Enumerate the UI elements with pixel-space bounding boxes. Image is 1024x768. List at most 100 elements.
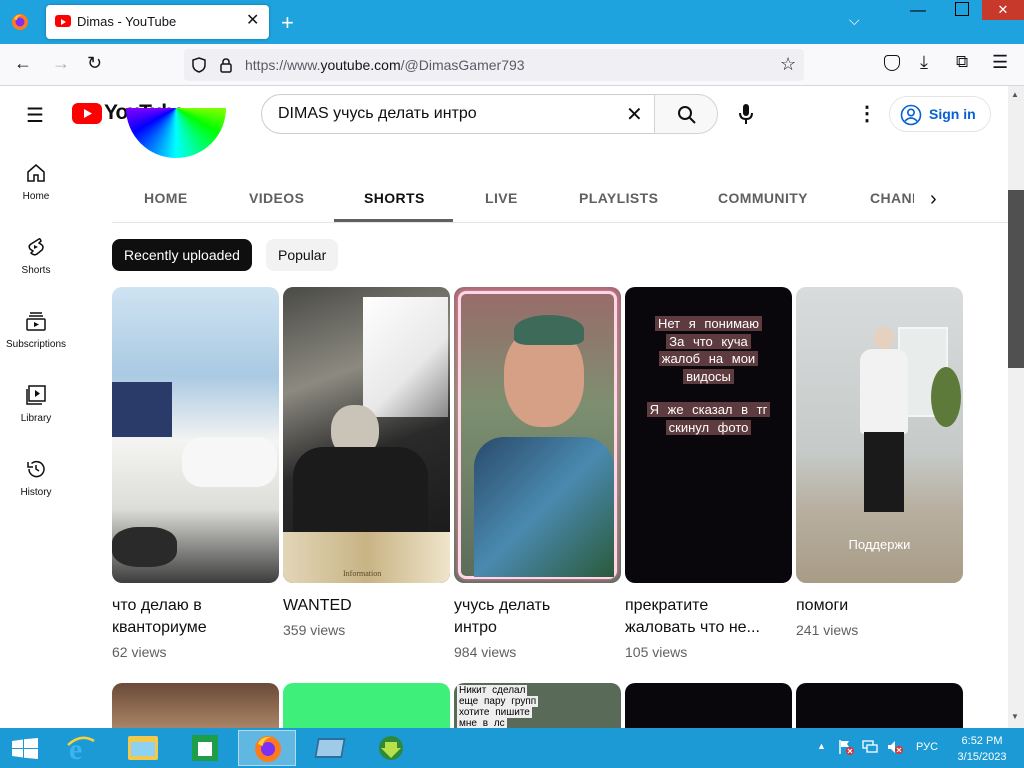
download-manager-icon[interactable] [362,730,420,766]
firefox-menu-icon[interactable] [11,13,29,31]
short-title[interactable]: что делаю в кванториуме [112,595,279,639]
clock[interactable]: 6:52 PM 3/15/2023 [952,733,1012,765]
sign-in-button[interactable]: Sign in [889,96,991,132]
firefox-taskbar-icon[interactable] [238,730,296,766]
short-thumbnail[interactable] [796,683,963,733]
subscriptions-icon [26,312,46,331]
shield-icon[interactable] [192,57,206,73]
thumbnail-window [363,297,448,417]
tab-playlists[interactable]: PLAYLISTS [579,190,658,206]
short-title[interactable]: WANTED [283,595,450,617]
sidebar-item-history[interactable]: History [0,458,72,498]
scroll-up-icon[interactable]: ▲ [1011,90,1019,99]
active-tab-indicator [334,219,453,222]
tab-home[interactable]: HOME [144,190,188,206]
clock-date: 3/15/2023 [957,751,1007,763]
thumbnail-screen [112,382,172,437]
home-icon [27,164,45,182]
short-title[interactable]: учусь делать интро [454,595,621,639]
thumbnail-overlay-text: Никит сделал еще пару групп хотите пишит… [457,685,539,729]
network-icon[interactable] [862,739,880,755]
tab-shorts[interactable]: SHORTS [364,190,425,206]
browser-tab[interactable]: Dimas - YouTube ✕ [46,5,269,39]
short-title[interactable]: помоги [796,595,963,617]
scrollbar-thumb[interactable] [1008,190,1024,368]
thumbnail-object [112,527,177,567]
tab-channels-label: CHANI [870,190,914,206]
back-arrow-icon[interactable]: ← [14,53,32,74]
search-input[interactable]: DIMAS учусь делать интро ✕ [261,94,655,134]
short-thumbnail[interactable] [112,287,279,583]
youtube-logo-icon [72,103,102,124]
browser-tab-bar: Dimas - YouTube ✕ + ⌵ — ✕ [0,0,1024,44]
thumbnail-bag [182,437,277,487]
sign-in-label: Sign in [929,106,976,122]
thumbnail-shirt [860,349,908,434]
show-hidden-icons[interactable]: ▲ [817,741,826,751]
close-tab-icon[interactable]: ✕ [246,13,260,29]
short-thumbnail[interactable] [454,287,621,583]
page-scrollbar[interactable]: ▲ ▼ [1008,86,1024,728]
list-all-tabs-icon[interactable]: ⌵ [849,12,860,29]
library-icon [26,385,46,405]
short-thumbnail[interactable]: Поддержи [796,287,963,583]
lock-icon[interactable] [220,57,232,73]
thumbnail-plant [931,367,961,427]
extensions-icon[interactable]: ⧉ [956,52,968,72]
sidebar-item-label: Subscriptions [5,339,67,350]
short-thumbnail[interactable]: Никит сделал еще пару групп хотите пишит… [454,683,621,733]
tab-videos[interactable]: VIDEOS [249,190,304,206]
short-thumbnail[interactable] [625,683,792,733]
tab-community[interactable]: COMMUNITY [718,190,808,206]
forward-arrow-icon[interactable]: → [52,53,70,74]
sidebar-item-label: History [20,487,52,498]
bookmark-star-icon[interactable]: ☆ [780,54,796,75]
guide-menu-icon[interactable]: ☰ [26,103,44,128]
thumbnail-shirt [474,437,614,577]
tab-title: Dimas - YouTube [77,14,177,29]
sidebar-item-shorts[interactable]: Shorts [0,236,72,276]
clear-search-icon[interactable]: ✕ [626,102,643,127]
more-settings-icon[interactable]: ⋮ [857,101,877,126]
short-thumbnail[interactable]: Information [283,287,450,583]
short-title[interactable]: прекратите жаловать что не... [625,595,792,639]
start-windows-icon[interactable] [12,738,38,760]
short-thumbnail[interactable] [283,683,450,733]
address-bar[interactable]: https://www.youtube.com/@DimasGamer793 ☆ [184,49,804,81]
tab-channels[interactable]: CHANI [870,190,914,208]
sidebar-item-subscriptions[interactable]: Subscriptions [0,310,72,350]
action-center-flag-icon[interactable] [838,739,854,755]
tabs-scroll-right-icon[interactable]: › [930,188,937,211]
search-icon [678,106,696,124]
sidebar-item-home[interactable]: Home [0,162,72,202]
restore-button[interactable] [955,2,969,16]
downloads-icon[interactable]: ⤓ [920,52,928,73]
new-tab-button[interactable]: + [281,10,294,36]
search-query-text: DIMAS учусь делать интро [278,105,477,122]
tab-live[interactable]: LIVE [485,190,518,206]
short-thumbnail[interactable] [112,683,279,733]
sidebar-item-library[interactable]: Library [0,384,72,424]
thumbnail-overlay-text: Поддержи [848,537,911,552]
short-thumbnail[interactable]: Нет я понимаю За что куча жалоб на мои в… [625,287,792,583]
minimize-button[interactable]: — [910,2,926,20]
scroll-down-icon[interactable]: ▼ [1011,712,1019,721]
close-window-button[interactable]: ✕ [982,0,1024,20]
window-switcher-icon[interactable] [300,730,358,766]
reload-icon[interactable]: ↻ [87,53,102,74]
volume-muted-icon[interactable] [886,739,904,755]
sidebar-item-label: Home [22,191,50,202]
store-icon[interactable] [176,730,234,766]
browser-nav-bar: ← → ↻ https://www.youtube.com/@DimasGame… [0,44,1024,86]
input-language-indicator[interactable]: РУС [916,741,938,753]
internet-explorer-icon[interactable]: e [52,730,110,766]
microphone-icon[interactable] [738,102,754,126]
file-explorer-icon[interactable] [114,730,172,766]
chip-popular[interactable]: Popular [266,239,339,271]
short-views: 105 views [625,644,688,660]
app-menu-icon[interactable]: ☰ [992,52,1008,73]
chip-recently-uploaded[interactable]: Recently uploaded [112,239,252,271]
short-views: 984 views [454,644,517,660]
search-button[interactable] [654,94,718,134]
pocket-icon[interactable] [884,55,900,71]
